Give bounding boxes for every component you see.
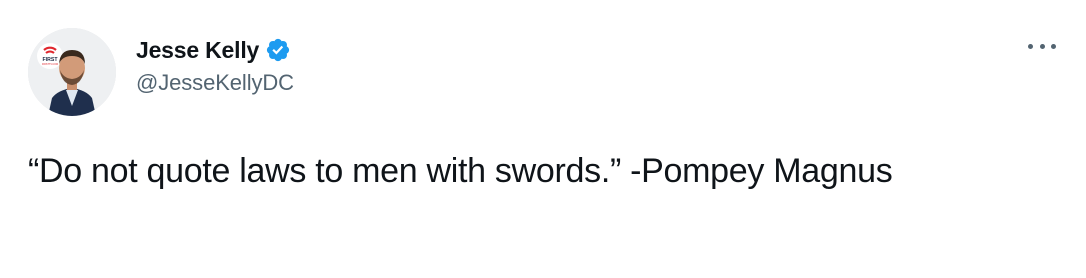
more-dot xyxy=(1039,43,1045,49)
author-display-name[interactable]: Jesse Kelly xyxy=(136,37,259,64)
tweet-text: “Do not quote laws to men with swords.” … xyxy=(28,152,893,190)
display-name-row: Jesse Kelly xyxy=(136,34,294,66)
more-dot xyxy=(1051,43,1056,49)
the-first-logo: FIRST FIRSTTV.COM xyxy=(37,43,63,69)
svg-text:FIRSTTV.COM: FIRSTTV.COM xyxy=(42,63,58,66)
verified-badge-icon xyxy=(265,37,291,63)
author-avatar[interactable]: FIRST FIRSTTV.COM xyxy=(28,28,116,116)
avatar-image: FIRST FIRSTTV.COM xyxy=(28,28,116,116)
more-dot xyxy=(1028,43,1033,49)
tweet-card: FIRST FIRSTTV.COM Jesse Kelly @JesseKell… xyxy=(0,0,1086,278)
more-options-icon[interactable] xyxy=(1028,36,1056,56)
author-handle[interactable]: @JesseKellyDC xyxy=(136,70,294,96)
author-info: Jesse Kelly @JesseKellyDC xyxy=(136,34,294,96)
